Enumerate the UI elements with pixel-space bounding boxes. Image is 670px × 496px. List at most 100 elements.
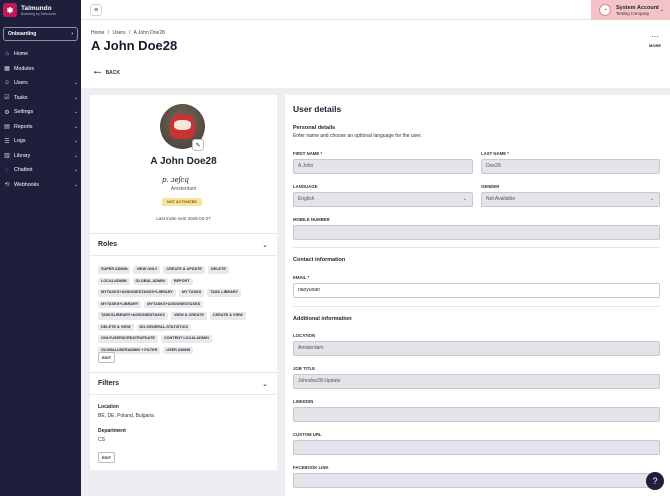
webhooks-icon: ⟲ [4, 182, 10, 189]
sidebar-item-webhooks[interactable]: ⟲ Webhooks ⌄ [0, 178, 81, 193]
sidebar-item-label: Chatbot [14, 167, 33, 174]
gender-label: GENDER [481, 184, 500, 189]
filters-card: Filters ⌄ Location BE, DE, Poland, Bulga… [90, 372, 277, 470]
filter-location-label: Location [98, 404, 119, 410]
brand-logo-icon: ✱ [3, 3, 17, 17]
library-icon: ▥ [4, 153, 10, 160]
first-name-field[interactable]: A John [293, 159, 473, 174]
sidebar-item-library[interactable]: ▥ Library ⌄ [0, 149, 81, 164]
filters-header[interactable]: Filters ⌄ [90, 373, 277, 395]
chevron-down-icon: ⌄ [73, 94, 78, 101]
role-chip: GLOBAL ADMIN [132, 277, 168, 285]
mobile-field[interactable] [293, 225, 660, 240]
last-name-label: LAST NAME * [481, 151, 509, 156]
last-invite-text: Last invite sent 2026-03-27 [156, 216, 211, 221]
onboarding-selector[interactable]: Onboarding › [3, 27, 78, 41]
back-button[interactable]: ⟵ BACK [94, 70, 120, 76]
personal-details-subtitle: Enter name and choose an optional langua… [293, 133, 422, 139]
sidebar-item-users[interactable]: ☺ Users ⌄ [0, 76, 81, 91]
chevron-down-icon: ⌄ [73, 167, 78, 174]
role-chips: SUPER ADMIN VIEW ONLY CREATE & UPDATE DELET… [90, 256, 260, 354]
brand[interactable]: ✱ Talmundo Boarding by Talmundo [0, 0, 81, 20]
filter-department-value: CS [98, 437, 105, 443]
user-details-panel: User details Personal details Enter name… [285, 95, 670, 496]
location-field[interactable]: Amsterdam [293, 341, 660, 356]
breadcrumb-users[interactable]: Users [113, 30, 126, 36]
role-chip: MYTASKS+ASSIGNEDTASKS+LIBRARY [98, 289, 176, 297]
chevron-down-icon: ⌄ [73, 123, 78, 130]
role-chip: DELETE [207, 266, 229, 274]
role-chip: VIEW ONLY [133, 266, 161, 274]
breadcrumb: Home / Users / A John Doe28 [91, 30, 167, 36]
help-chat-button[interactable]: ? [646, 472, 664, 490]
chevron-right-icon: › [71, 31, 73, 37]
back-label: BACK [105, 70, 121, 76]
breadcrumb-home[interactable]: Home [91, 30, 104, 36]
language-value: English [298, 196, 315, 202]
role-chip: DELETE & VIEW [98, 323, 134, 331]
roles-edit-button[interactable]: EDIT [98, 352, 116, 363]
brand-name: Talmundo [21, 4, 52, 12]
roles-title: Roles [98, 241, 118, 248]
sidebar-item-label: Library [14, 152, 31, 159]
profile-signature: p. ɹeʃcq [162, 176, 189, 184]
sidebar-item-reports[interactable]: ▤ Reports ⌄ [0, 120, 81, 135]
profile-name: A John Doe28 [150, 156, 217, 167]
modules-icon: ▦ [4, 66, 10, 73]
job-title-field[interactable]: Johndoe28-Update [293, 374, 660, 389]
facebook-field[interactable] [293, 473, 660, 488]
roles-header[interactable]: Roles ⌄ [90, 234, 277, 256]
sidebar-item-logs[interactable]: ☰ Logs ⌄ [0, 134, 81, 149]
filters-title: Filters [98, 380, 120, 387]
chevron-down-icon: ⌄ [73, 109, 78, 116]
role-chip: VIEW & CREATE [170, 312, 207, 320]
sidebar-item-label: Webhooks [14, 181, 39, 188]
account-menu[interactable]: ◔ System Account Testing Company ⌄ [591, 0, 670, 20]
sidebar-item-modules[interactable]: ▦ Modules [0, 62, 81, 77]
settings-icon: ⚙ [4, 109, 10, 116]
menu-toggle-button[interactable]: ≡ [90, 4, 102, 16]
role-chip: ONLYUSERSCREATEUPDATE [98, 335, 158, 343]
chevron-down-icon: ⌄ [73, 80, 78, 87]
chevron-down-icon: ⌄ [73, 138, 78, 145]
chevron-down-icon: ⌄ [73, 152, 78, 159]
role-chip: MYTASKS+LIBRARY [98, 300, 142, 308]
page-header: Home / Users / A John Doe28 A John Doe28… [81, 20, 670, 88]
filters-edit-button[interactable]: EDIT [98, 452, 116, 463]
linkedin-field[interactable] [293, 407, 660, 422]
filter-department-label: Department [98, 428, 126, 434]
role-chip: CREATE & VIEW [209, 312, 246, 320]
user-avatar-icon: ◔ [599, 4, 611, 16]
sidebar-item-home[interactable]: ⌂ Home [0, 47, 81, 62]
tasks-icon: ☑ [4, 95, 10, 102]
gender-value: Not Available [486, 196, 516, 202]
role-chip: SUPER ADMIN [98, 266, 131, 274]
page-title: A John Doe28 [91, 38, 178, 53]
gender-select[interactable]: Not Available ⌄ [481, 192, 660, 207]
sidebar: ✱ Talmundo Boarding by Talmundo Onboardi… [0, 0, 81, 496]
more-button[interactable]: ··· MORE [649, 32, 661, 49]
divider [293, 247, 660, 248]
custom-url-field[interactable] [293, 440, 660, 455]
sidebar-item-label: Users [14, 80, 28, 87]
onboarding-label: Onboarding [8, 31, 37, 37]
job-title-label: JOB TITLE [293, 366, 315, 371]
email-field[interactable]: naoyuoan [293, 283, 660, 298]
language-select[interactable]: English ⌄ [293, 192, 473, 207]
role-chip: MY TASKS [178, 289, 205, 297]
sidebar-item-tasks[interactable]: ☑ Tasks ⌄ [0, 91, 81, 106]
chevron-down-icon: ⌄ [649, 196, 654, 202]
edit-avatar-button[interactable]: ✎ [192, 139, 204, 151]
sidebar-item-label: Tasks [14, 94, 28, 101]
pencil-icon: ✎ [195, 142, 201, 149]
role-chip: NO-GENERAL-STATISTICS [136, 323, 191, 331]
user-details-title: User details [293, 104, 342, 114]
chevron-down-icon: ⌄ [262, 241, 268, 249]
sidebar-item-chatbot[interactable]: ◌ Chatbot ⌄ [0, 163, 81, 178]
top-bar: ≡ ◔ System Account Testing Company ⌄ [81, 0, 670, 20]
sidebar-item-settings[interactable]: ⚙ Settings ⌄ [0, 105, 81, 120]
last-name-field[interactable]: Doe28 [481, 159, 660, 174]
chat-help-icon: ? [652, 476, 658, 486]
account-company: Testing Company [616, 10, 650, 16]
more-dots-icon: ··· [651, 32, 659, 41]
